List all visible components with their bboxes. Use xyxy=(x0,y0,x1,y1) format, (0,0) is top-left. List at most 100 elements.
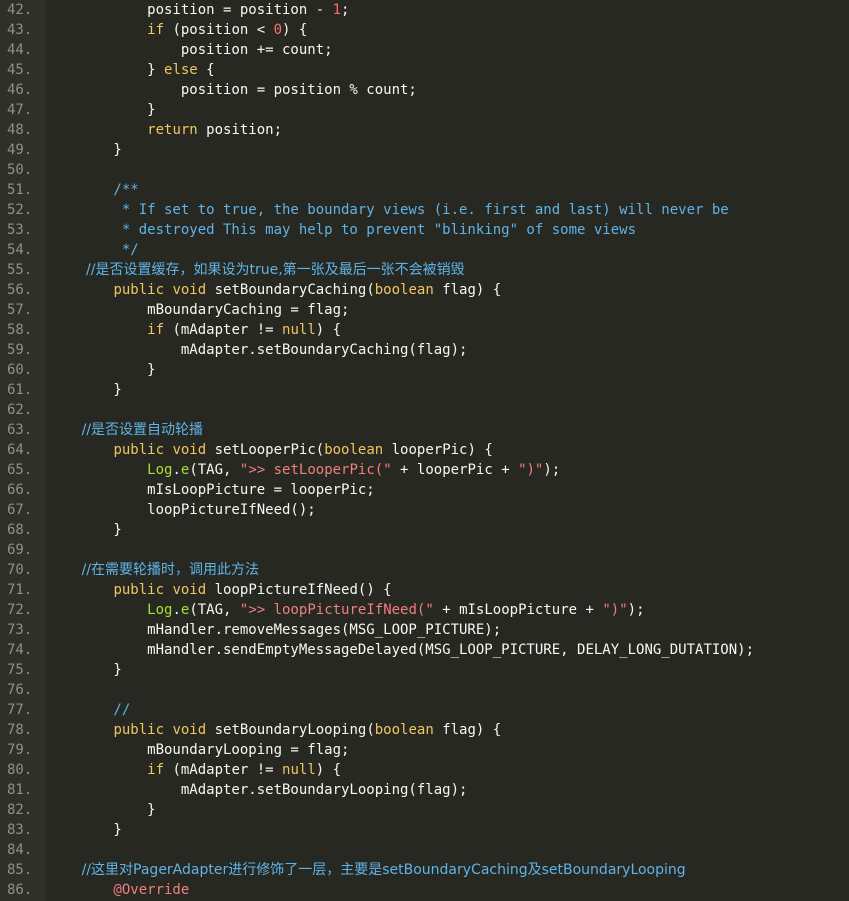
code-line[interactable]: if (mAdapter != null) { xyxy=(46,760,849,780)
code-line[interactable]: } xyxy=(46,660,849,680)
code-line[interactable]: } xyxy=(46,820,849,840)
code-line[interactable]: // xyxy=(46,700,849,720)
code-token: mIsLoopPicture = looperPic; xyxy=(46,482,375,498)
code-line[interactable]: } xyxy=(46,800,849,820)
code-token: return xyxy=(147,122,198,138)
line-number: 59. xyxy=(7,342,33,358)
line-number: 81. xyxy=(7,782,33,798)
code-line[interactable]: if (position < 0) { xyxy=(46,20,849,40)
line-number: 58. xyxy=(7,322,33,338)
line-number: 56. xyxy=(7,282,33,298)
code-line[interactable]: } xyxy=(46,100,849,120)
code-line[interactable]: Log.e(TAG, ">> setLooperPic(" + looperPi… xyxy=(46,460,849,480)
code-token: . xyxy=(172,462,181,478)
code-token: position += count; xyxy=(46,42,333,58)
code-token: public xyxy=(113,442,165,458)
code-line[interactable]: loopPictureIfNeed(); xyxy=(46,500,849,520)
code-line[interactable]: /** xyxy=(46,180,849,200)
code-line[interactable] xyxy=(46,400,849,420)
code-line[interactable]: * If set to true, the boundary views (i.… xyxy=(46,200,849,220)
code-token: void xyxy=(172,282,207,298)
line-number: 66. xyxy=(7,482,33,498)
code-token: position = position % count; xyxy=(46,82,417,98)
code-token: public xyxy=(113,722,165,738)
code-line[interactable]: public void setBoundaryCaching(boolean f… xyxy=(46,280,849,300)
line-number: 61. xyxy=(7,382,33,398)
code-line[interactable]: mBoundaryCaching = flag; xyxy=(46,300,849,320)
code-token: //是否设置缓存，如果设为true,第一张及最后一张不会被销毁 xyxy=(46,262,465,278)
line-number: 80. xyxy=(7,762,33,778)
line-number: 78. xyxy=(7,722,33,738)
code-line[interactable]: mAdapter.setBoundaryCaching(flag); xyxy=(46,340,849,360)
code-line[interactable]: position = position % count; xyxy=(46,80,849,100)
code-line[interactable]: if (mAdapter != null) { xyxy=(46,320,849,340)
code-line[interactable]: return position; xyxy=(46,120,849,140)
code-line[interactable]: } xyxy=(46,380,849,400)
code-token: /** xyxy=(46,182,139,198)
code-line[interactable]: //是否设置自动轮播 xyxy=(46,420,849,440)
code-editor[interactable]: 42. 43. 44. 45. 46. 47. 48. 49. 50. 51. 52. 53. 54. 5… xyxy=(0,0,849,901)
code-token: null xyxy=(282,322,316,338)
code-line[interactable] xyxy=(46,160,849,180)
code-line[interactable]: //这里对PagerAdapter进行修饰了一层，主要是setBoundaryC… xyxy=(46,860,849,880)
code-line[interactable]: } else { xyxy=(46,60,849,80)
code-line[interactable]: //在需要轮播时，调用此方法 xyxy=(46,560,849,580)
code-token: setBoundaryLooping( xyxy=(206,722,375,738)
code-token: * If set to true, the boundary views (i.… xyxy=(46,202,729,218)
line-number: 51. xyxy=(7,182,33,198)
code-line[interactable]: mAdapter.setBoundaryLooping(flag); xyxy=(46,780,849,800)
line-number: 82. xyxy=(7,802,33,818)
code-token: flag) { xyxy=(433,282,502,298)
code-line[interactable] xyxy=(46,680,849,700)
code-token: (TAG, xyxy=(189,462,240,478)
code-line[interactable]: } xyxy=(46,520,849,540)
code-token: else xyxy=(164,62,198,78)
line-number: 72. xyxy=(7,602,33,618)
code-token: (position < xyxy=(164,22,274,38)
code-line[interactable]: @Override xyxy=(46,880,849,900)
line-number: 77. xyxy=(7,702,33,718)
line-number: 55. xyxy=(7,262,33,278)
line-number: 57. xyxy=(7,302,33,318)
code-token: ; xyxy=(341,2,350,18)
code-line[interactable]: mIsLoopPicture = looperPic; xyxy=(46,480,849,500)
line-number: 65. xyxy=(7,462,33,478)
code-line[interactable]: } xyxy=(46,140,849,160)
code-token: boolean xyxy=(324,442,384,458)
code-line[interactable] xyxy=(46,840,849,860)
code-token: mBoundaryCaching = flag; xyxy=(46,302,350,318)
line-number: 47. xyxy=(7,102,33,118)
code-token: ) { xyxy=(282,22,308,38)
code-token: @Override xyxy=(46,882,190,898)
code-line[interactable]: } xyxy=(46,360,849,380)
code-line[interactable]: */ xyxy=(46,240,849,260)
code-line[interactable]: public void setBoundaryLooping(boolean f… xyxy=(46,720,849,740)
code-line[interactable]: mHandler.removeMessages(MSG_LOOP_PICTURE… xyxy=(46,620,849,640)
code-line[interactable]: * destroyed This may help to prevent "bl… xyxy=(46,220,849,240)
code-token: } xyxy=(46,662,122,678)
code-line[interactable]: position += count; xyxy=(46,40,849,60)
code-token: //这里对PagerAdapter进行修饰了一层，主要是setBoundaryC… xyxy=(46,862,686,878)
code-area[interactable]: position = position - 1; if (position < … xyxy=(46,0,849,901)
line-number-gutter: 42. 43. 44. 45. 46. 47. 48. 49. 50. 51. 52. 53. 54. 5… xyxy=(0,0,46,901)
code-line[interactable]: public void loopPictureIfNeed() { xyxy=(46,580,849,600)
code-token: ">> setLooperPic(" xyxy=(239,462,392,478)
code-token: mHandler.sendEmptyMessageDelayed(MSG_LOO… xyxy=(46,642,755,658)
code-token: (mAdapter != xyxy=(164,762,283,778)
code-token: (mAdapter != xyxy=(164,322,283,338)
line-number: 43. xyxy=(7,22,33,38)
code-line[interactable]: Log.e(TAG, ">> loopPictureIfNeed(" + mIs… xyxy=(46,600,849,620)
code-line[interactable]: public void setLooperPic(boolean looperP… xyxy=(46,440,849,460)
code-line[interactable]: //是否设置缓存，如果设为true,第一张及最后一张不会被销毁 xyxy=(46,260,849,280)
code-token: mAdapter.setBoundaryLooping(flag); xyxy=(46,782,468,798)
code-line[interactable]: mBoundaryLooping = flag; xyxy=(46,740,849,760)
line-number: 62. xyxy=(7,402,33,418)
code-line[interactable] xyxy=(46,540,849,560)
code-line[interactable]: mHandler.sendEmptyMessageDelayed(MSG_LOO… xyxy=(46,640,849,660)
code-line[interactable]: position = position - 1; xyxy=(46,0,849,20)
